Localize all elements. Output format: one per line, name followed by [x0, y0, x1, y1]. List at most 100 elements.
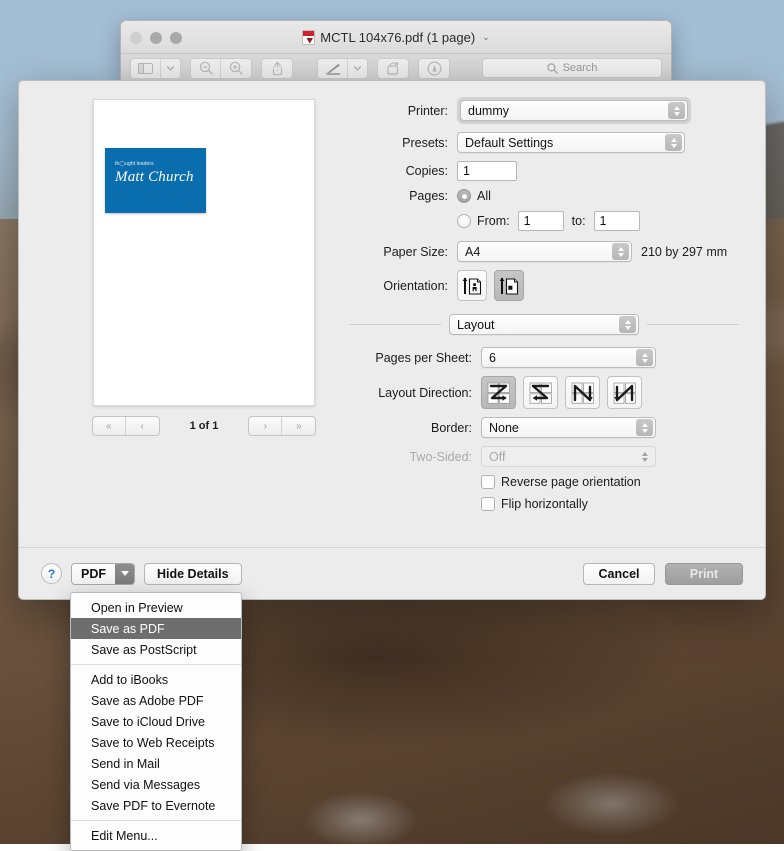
printer-label: Printer: — [349, 104, 457, 118]
divider-right — [647, 324, 739, 325]
markup-toolbar-group[interactable] — [317, 58, 368, 79]
rotate-toolbar-group[interactable] — [377, 58, 409, 79]
stepper-icon[interactable] — [668, 102, 685, 119]
help-button[interactable]: ? — [41, 563, 62, 584]
pages-all-radio[interactable] — [457, 189, 471, 203]
sidebar-icon[interactable] — [131, 59, 161, 78]
document-logo-card: th◯ught leaders Matt Church — [105, 148, 206, 213]
pages-per-sheet-select[interactable]: 6 — [481, 347, 656, 368]
reverse-page-orientation-label: Reverse page orientation — [501, 475, 641, 489]
window-title-text: MCTL 104x76.pdf (1 page) — [320, 30, 475, 45]
stepper-icon[interactable] — [665, 134, 682, 151]
hide-details-button[interactable]: Hide Details — [144, 563, 242, 585]
presets-select[interactable]: Default Settings — [457, 132, 685, 153]
pdf-dropdown-menu: Open in Preview Save as PDF Save as Post… — [70, 592, 242, 851]
zoom-button[interactable] — [170, 32, 182, 44]
layout-direction-n-down-left-button[interactable] — [607, 376, 642, 409]
divider-left — [349, 324, 441, 325]
presets-value: Default Settings — [465, 136, 553, 150]
menu-item-save-to-icloud-drive[interactable]: Save to iCloud Drive — [71, 711, 241, 732]
menu-item-send-via-messages[interactable]: Send via Messages — [71, 774, 241, 795]
flip-horizontally-row: Flip horizontally — [349, 497, 739, 511]
rotate-icon[interactable] — [378, 59, 408, 78]
pdf-file-icon — [302, 30, 315, 45]
orientation-portrait-button[interactable] — [457, 270, 487, 301]
layout-direction-buttons[interactable] — [481, 376, 642, 409]
annotate-toolbar-group[interactable] — [418, 58, 450, 79]
page-preview: th◯ught leaders Matt Church — [93, 99, 315, 406]
stepper-icon[interactable] — [619, 316, 636, 333]
window-title: MCTL 104x76.pdf (1 page) ⌄ — [302, 30, 489, 45]
copies-row: Copies: 1 — [349, 161, 739, 181]
chevron-down-icon[interactable] — [115, 564, 134, 584]
copies-input[interactable]: 1 — [457, 161, 517, 181]
pages-per-sheet-row: Pages per Sheet: 6 — [349, 347, 739, 368]
chevron-down-icon[interactable] — [161, 59, 180, 78]
cancel-button[interactable]: Cancel — [583, 563, 655, 585]
zoom-in-icon[interactable] — [221, 59, 251, 78]
search-input[interactable]: Search — [482, 58, 662, 78]
annotate-icon[interactable] — [419, 59, 449, 78]
menu-item-save-pdf-to-evernote[interactable]: Save PDF to Evernote — [71, 795, 241, 816]
preview-toolbar: Search — [121, 54, 671, 82]
minimize-button[interactable] — [150, 32, 162, 44]
menu-item-open-in-preview[interactable]: Open in Preview — [71, 597, 241, 618]
chevron-down-icon[interactable] — [348, 59, 367, 78]
traffic-light-buttons[interactable] — [130, 32, 182, 44]
pages-from-radio[interactable] — [457, 214, 471, 228]
stepper-icon[interactable] — [636, 349, 653, 366]
stepper-icon[interactable] — [636, 419, 653, 436]
close-button[interactable] — [130, 32, 142, 44]
zoom-out-icon[interactable] — [191, 59, 221, 78]
previous-page-button[interactable]: ‹ — [126, 417, 159, 435]
pages-range-row: From: 1 to: 1 — [349, 211, 739, 231]
layout-direction-n-down-right-button[interactable] — [565, 376, 600, 409]
menu-item-save-to-web-receipts[interactable]: Save to Web Receipts — [71, 732, 241, 753]
print-dialog: th◯ught leaders Matt Church « ‹ 1 of 1 ›… — [18, 80, 766, 600]
zoom-toolbar-group[interactable] — [190, 58, 252, 79]
menu-separator — [71, 820, 241, 821]
pages-from-input[interactable]: 1 — [518, 211, 564, 231]
page-nav-back-group[interactable]: « ‹ — [92, 416, 160, 436]
menu-item-send-in-mail[interactable]: Send in Mail — [71, 753, 241, 774]
next-page-button[interactable]: › — [249, 417, 282, 435]
menu-item-edit-menu[interactable]: Edit Menu... — [71, 825, 241, 846]
reverse-page-orientation-row: Reverse page orientation — [349, 475, 739, 489]
border-value: None — [489, 421, 519, 435]
printer-select[interactable]: dummy — [460, 100, 688, 121]
portrait-icon — [461, 275, 483, 297]
markup-pen-icon[interactable] — [318, 59, 348, 78]
layout-n-down-left-icon — [612, 381, 638, 405]
pdf-menu-button[interactable]: PDF — [71, 563, 135, 585]
border-select[interactable]: None — [481, 417, 656, 438]
sidebar-toolbar-group[interactable] — [130, 58, 181, 79]
layout-direction-z-right-left-button[interactable] — [523, 376, 558, 409]
chevron-down-icon[interactable]: ⌄ — [482, 32, 490, 43]
flip-horizontally-checkbox[interactable] — [481, 497, 495, 511]
print-button[interactable]: Print — [665, 563, 743, 585]
share-icon[interactable] — [262, 59, 292, 78]
print-pane-select[interactable]: Layout — [449, 314, 639, 335]
menu-item-save-as-adobe-pdf[interactable]: Save as Adobe PDF — [71, 690, 241, 711]
paper-size-select[interactable]: A4 — [457, 241, 632, 262]
share-toolbar-group[interactable] — [261, 58, 293, 79]
orientation-landscape-button[interactable] — [494, 270, 524, 301]
two-sided-row: Two-Sided: Off — [349, 446, 739, 467]
layout-n-down-right-icon — [570, 381, 596, 405]
flip-horizontally-label: Flip horizontally — [501, 497, 588, 511]
first-page-button[interactable]: « — [93, 417, 126, 435]
stepper-icon[interactable] — [612, 243, 629, 260]
pages-label: Pages: — [349, 189, 457, 203]
orientation-buttons[interactable] — [457, 270, 524, 301]
document-tagline: th◯ught leaders — [115, 161, 206, 167]
layout-direction-z-left-right-button[interactable] — [481, 376, 516, 409]
two-sided-value: Off — [489, 450, 505, 464]
last-page-button[interactable]: » — [282, 417, 315, 435]
menu-item-add-to-ibooks[interactable]: Add to iBooks — [71, 669, 241, 690]
pages-to-input[interactable]: 1 — [594, 211, 640, 231]
reverse-page-orientation-checkbox[interactable] — [481, 475, 495, 489]
menu-item-save-as-postscript[interactable]: Save as PostScript — [71, 639, 241, 660]
pdf-menu-group-3: Edit Menu... — [71, 825, 241, 846]
page-nav-forward-group[interactable]: › » — [248, 416, 316, 436]
menu-item-save-as-pdf[interactable]: Save as PDF — [71, 618, 241, 639]
